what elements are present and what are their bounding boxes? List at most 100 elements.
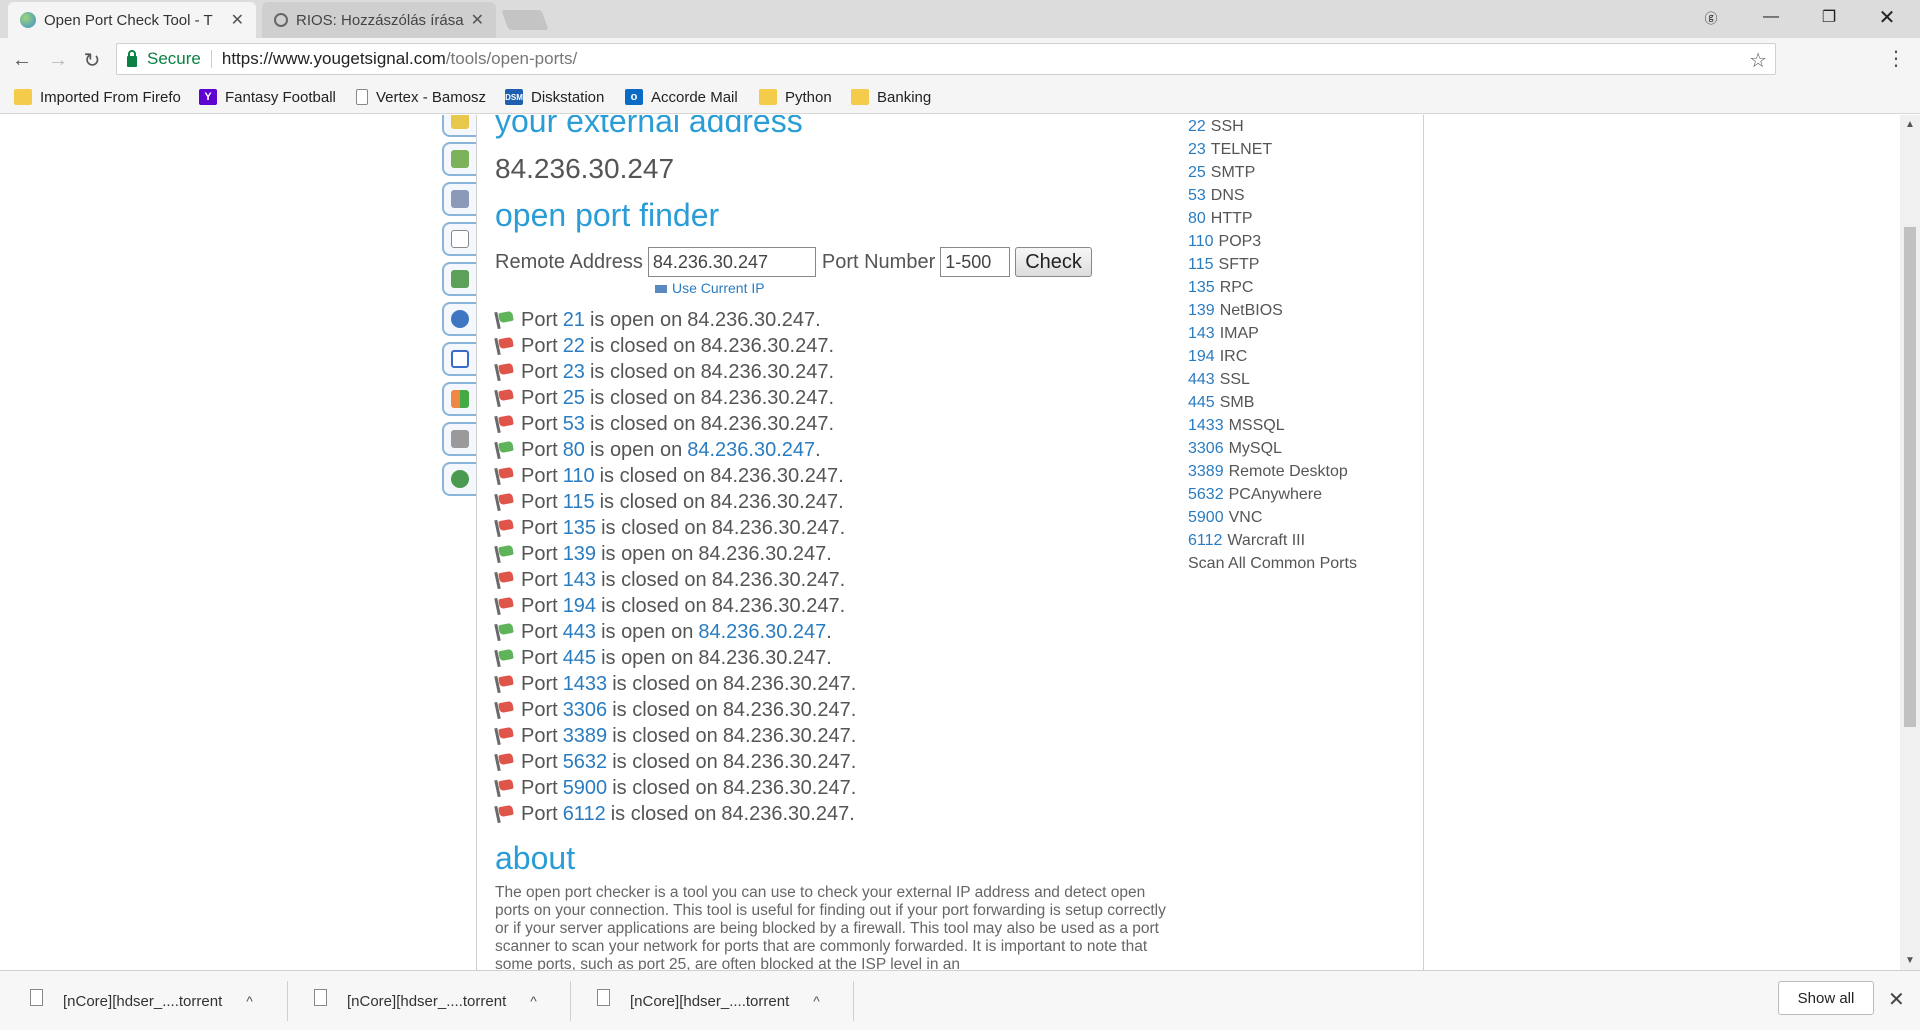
port-number-link[interactable]: 1433 xyxy=(563,673,608,696)
port-number-link[interactable]: 443 xyxy=(563,621,596,644)
scrollbar-thumb[interactable] xyxy=(1904,227,1916,727)
common-port-number[interactable]: 53 xyxy=(1188,187,1206,205)
port-number-input[interactable] xyxy=(940,247,1011,277)
bookmark-diskstation[interactable]: DSM Diskstation xyxy=(505,87,604,107)
download-item[interactable]: [nCore][hdser_....torrent ^ xyxy=(597,971,820,1031)
port-number-link[interactable]: 115 xyxy=(563,491,595,514)
menu-icon[interactable]: ⋮ xyxy=(1886,46,1906,71)
network-tool-icon[interactable] xyxy=(442,262,476,296)
tab-open-port-check[interactable]: Open Port Check Tool - T ✕ xyxy=(8,2,256,38)
show-all-button[interactable]: Show all xyxy=(1778,981,1874,1015)
common-port-item[interactable]: 5632 PCAnywhere xyxy=(1188,483,1408,506)
host-link[interactable]: 84.236.30.247 xyxy=(698,621,826,644)
common-port-item[interactable]: 5900 VNC xyxy=(1188,506,1408,529)
host-link[interactable]: 84.236.30.247 xyxy=(687,439,815,462)
common-port-item[interactable]: 3306 MySQL xyxy=(1188,437,1408,460)
common-port-number[interactable]: 80 xyxy=(1188,210,1206,228)
common-port-item[interactable]: 80 HTTP xyxy=(1188,207,1408,230)
bookmark-imported[interactable]: Imported From Firefo xyxy=(14,87,181,107)
bookmark-banking[interactable]: Banking xyxy=(851,87,931,107)
common-port-number[interactable]: 3306 xyxy=(1188,440,1224,458)
common-port-item[interactable]: 139 NetBIOS xyxy=(1188,299,1408,322)
common-port-number[interactable]: 5900 xyxy=(1188,509,1224,527)
port-number-link[interactable]: 445 xyxy=(563,647,596,670)
port-number-link[interactable]: 3306 xyxy=(563,699,608,722)
chevron-up-icon[interactable]: ^ xyxy=(530,993,537,1009)
port-number-link[interactable]: 25 xyxy=(563,387,585,410)
common-port-item[interactable]: 23 TELNET xyxy=(1188,138,1408,161)
remote-address-input[interactable] xyxy=(647,247,816,277)
scroll-down-icon[interactable]: ▼ xyxy=(1905,955,1915,966)
common-port-number[interactable]: 139 xyxy=(1188,302,1215,320)
close-icon[interactable]: ✕ xyxy=(231,10,244,30)
bookmark-accorde-mail[interactable]: o Accorde Mail xyxy=(625,87,738,107)
port-number-link[interactable]: 139 xyxy=(563,543,596,566)
check-button[interactable]: Check xyxy=(1015,247,1092,277)
port-number-link[interactable]: 5900 xyxy=(563,777,608,800)
globe-tool-icon[interactable] xyxy=(442,462,476,496)
back-button[interactable]: ← xyxy=(8,46,36,74)
download-item[interactable]: [nCore][hdser_....torrent ^ xyxy=(314,971,537,1031)
image-tool-icon[interactable] xyxy=(442,115,476,137)
common-port-number[interactable]: 143 xyxy=(1188,325,1215,343)
common-port-number[interactable]: 22 xyxy=(1188,118,1206,136)
bookmark-python[interactable]: Python xyxy=(759,87,832,107)
restore-button[interactable]: ❐ xyxy=(1800,0,1858,34)
scroll-up-icon[interactable]: ▲ xyxy=(1905,119,1915,130)
new-tab-button[interactable] xyxy=(501,10,549,30)
port-number-link[interactable]: 23 xyxy=(563,361,585,384)
tab-rios[interactable]: RIOS: Hozzászólás írása - ✕ xyxy=(262,2,496,38)
port-number-link[interactable]: 110 xyxy=(563,465,595,488)
chevron-up-icon[interactable]: ^ xyxy=(813,993,820,1009)
common-port-number[interactable]: 1433 xyxy=(1188,417,1224,435)
minimize-button[interactable]: — xyxy=(1742,0,1800,34)
port-number-link[interactable]: 6112 xyxy=(563,803,606,826)
port-number-link[interactable]: 80 xyxy=(563,439,585,462)
disk-tool-icon[interactable] xyxy=(442,422,476,456)
common-port-item[interactable]: 143 IMAP xyxy=(1188,322,1408,345)
forward-button[interactable]: → xyxy=(44,46,72,74)
common-port-item[interactable]: 445 SMB xyxy=(1188,391,1408,414)
port-number-link[interactable]: 143 xyxy=(563,569,596,592)
port-number-link[interactable]: 135 xyxy=(563,517,596,540)
port-number-link[interactable]: 53 xyxy=(563,413,585,436)
common-port-item[interactable]: 115 SFTP xyxy=(1188,253,1408,276)
common-port-item[interactable]: 110 POP3 xyxy=(1188,230,1408,253)
mail-tool-icon[interactable] xyxy=(442,222,476,256)
close-icon[interactable]: ✕ xyxy=(1888,987,1905,1012)
common-port-number[interactable]: 23 xyxy=(1188,141,1206,159)
common-port-number[interactable]: 110 xyxy=(1188,233,1214,251)
common-port-number[interactable]: 6112 xyxy=(1188,532,1222,550)
common-port-number[interactable]: 443 xyxy=(1188,371,1215,389)
common-port-number[interactable]: 115 xyxy=(1188,256,1214,274)
port-number-link[interactable]: 5632 xyxy=(563,751,608,774)
google-tool-icon[interactable] xyxy=(442,342,476,376)
common-port-item[interactable]: 53 DNS xyxy=(1188,184,1408,207)
common-port-number[interactable]: 3389 xyxy=(1188,463,1224,481)
common-port-item[interactable]: 443 SSL xyxy=(1188,368,1408,391)
address-bar[interactable]: Secure https://www.yougetsignal.com/tool… xyxy=(116,43,1776,75)
bookmark-vertex[interactable]: Vertex - Bamosz xyxy=(356,87,486,107)
common-port-number[interactable]: 25 xyxy=(1188,164,1206,182)
download-item[interactable]: [nCore][hdser_....torrent ^ xyxy=(30,971,253,1031)
page-scrollbar[interactable]: ▲ ▼ xyxy=(1900,115,1920,970)
windows-tool-icon[interactable] xyxy=(442,382,476,416)
profile-icon[interactable]: ⓖ xyxy=(1682,0,1740,34)
common-port-item[interactable]: 22 SSH xyxy=(1188,115,1408,138)
common-port-number[interactable]: 135 xyxy=(1188,279,1215,297)
close-icon[interactable]: ✕ xyxy=(471,10,484,30)
help-tool-icon[interactable] xyxy=(442,302,476,336)
port-number-link[interactable]: 194 xyxy=(563,595,596,618)
use-current-ip-link[interactable]: Use Current IP xyxy=(655,280,765,296)
common-port-number[interactable]: 194 xyxy=(1188,348,1215,366)
chevron-up-icon[interactable]: ^ xyxy=(246,993,253,1009)
common-port-item[interactable]: 135 RPC xyxy=(1188,276,1408,299)
common-port-item[interactable]: 25 SMTP xyxy=(1188,161,1408,184)
port-number-link[interactable]: 22 xyxy=(563,335,585,358)
window-close-button[interactable]: ✕ xyxy=(1858,0,1916,34)
common-port-item[interactable]: 1433 MSSQL xyxy=(1188,414,1408,437)
common-port-item[interactable]: 3389 Remote Desktop xyxy=(1188,460,1408,483)
bookmark-fantasy-football[interactable]: Y Fantasy Football xyxy=(199,87,336,107)
server-tool-icon[interactable] xyxy=(442,182,476,216)
bookmark-star-icon[interactable]: ☆ xyxy=(1749,48,1767,73)
